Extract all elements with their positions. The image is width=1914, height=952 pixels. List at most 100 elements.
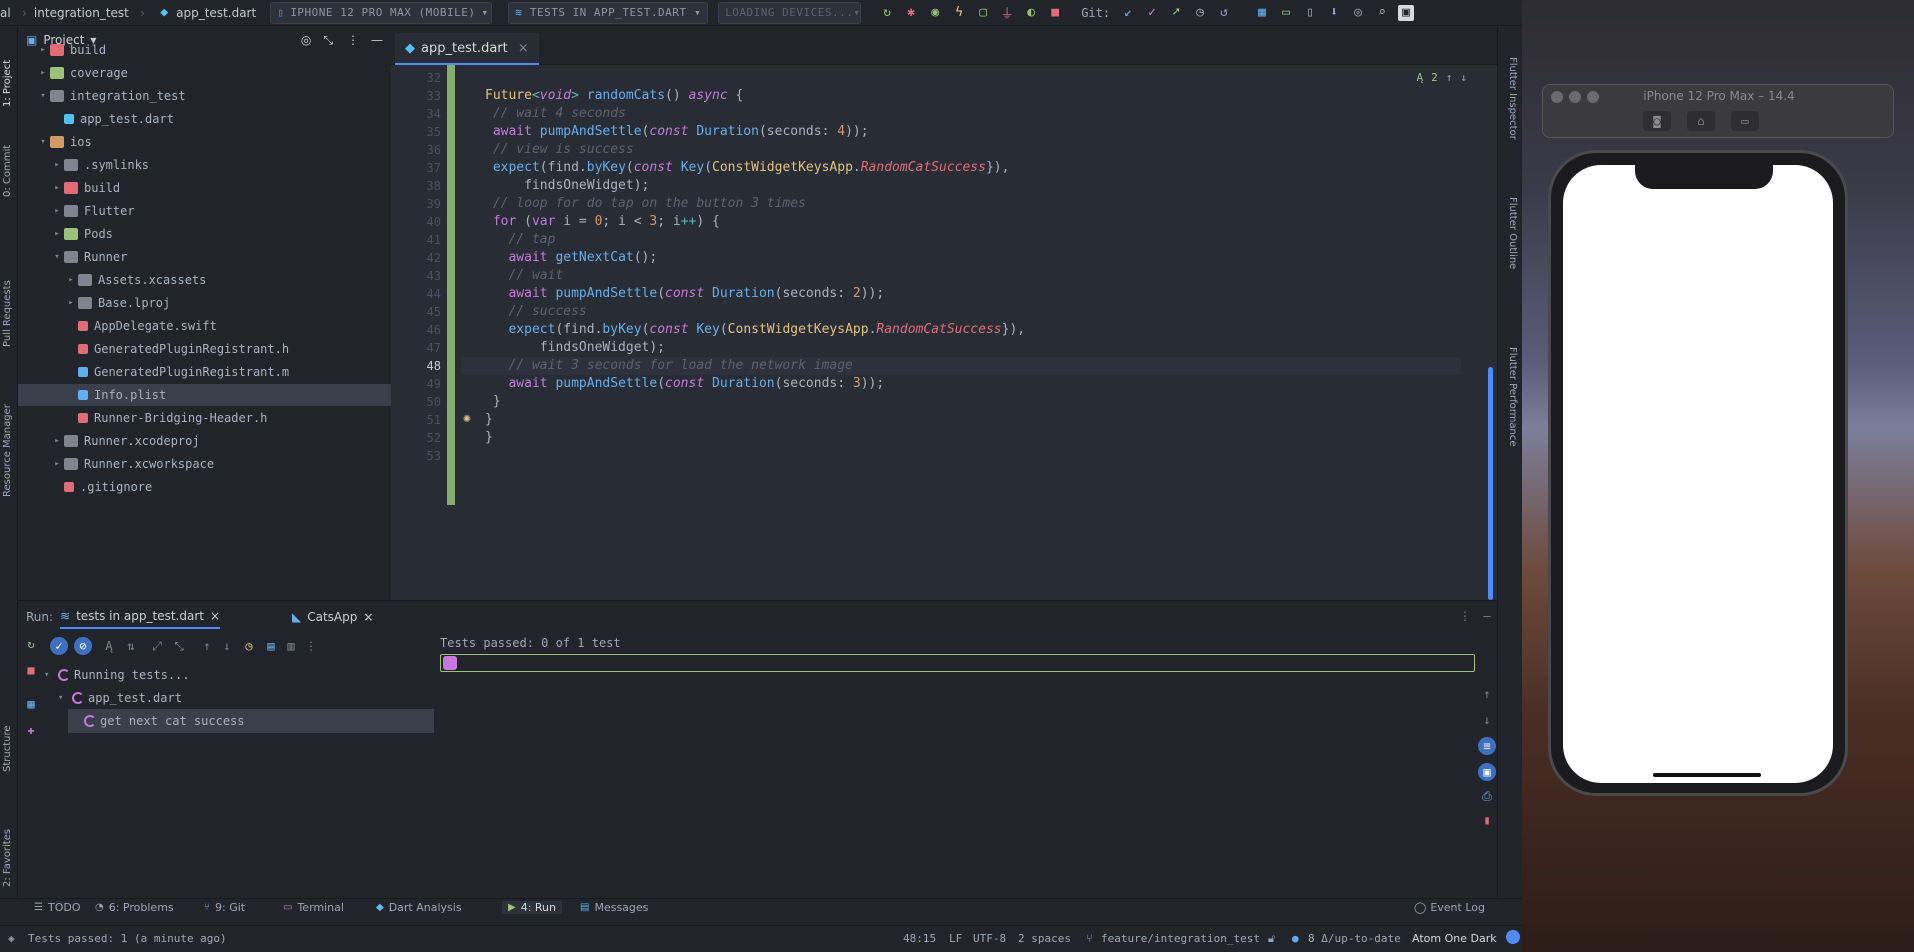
code-line[interactable]: } xyxy=(461,393,1461,411)
hide-icon[interactable]: — xyxy=(1480,609,1494,623)
code-line[interactable]: for (var i = 0; i < 3; i++) { xyxy=(461,213,1461,231)
bottom-tab-todo[interactable]: ☰ TODO xyxy=(34,901,80,914)
bottom-tab-messages[interactable]: ▤ Messages xyxy=(580,901,648,914)
soft-wrap-icon[interactable]: ≡ xyxy=(1478,737,1496,755)
project-tree-item[interactable]: ▸ build xyxy=(18,177,391,199)
sort-duration-icon[interactable]: ⇅ xyxy=(124,639,138,653)
export-icon[interactable]: ▤ xyxy=(264,639,278,653)
tool-tab-structure[interactable]: Structure xyxy=(2,725,13,772)
search-icon[interactable]: ⌕ xyxy=(1374,5,1390,21)
prev-failed-icon[interactable]: ↑ xyxy=(200,639,214,653)
code-line[interactable]: expect(find.byKey(const Key(ConstWidgetK… xyxy=(461,321,1461,339)
chevron-down-icon[interactable]: ▾ xyxy=(50,252,64,262)
screenshot-icon[interactable]: ◙ xyxy=(1643,111,1671,131)
bottom-tab-git[interactable]: ⑂ 9: Git xyxy=(204,901,245,914)
chevron-right-icon[interactable]: ▸ xyxy=(50,160,64,170)
chevron-down-icon[interactable]: ▾ xyxy=(36,137,50,147)
code-line[interactable]: // wait 4 seconds xyxy=(461,105,1461,123)
code-line[interactable] xyxy=(461,447,1461,465)
code-line[interactable]: expect(find.byKey(const Key(ConstWidgetK… xyxy=(461,159,1461,177)
project-tree-item[interactable]: ▸ Flutter xyxy=(18,200,391,222)
theme-name[interactable]: Atom One Dark xyxy=(1412,932,1497,945)
collapse-all-icon[interactable]: ⤡ xyxy=(172,639,186,653)
show-passed-icon[interactable]: ✓ xyxy=(50,637,68,655)
print-icon[interactable]: ⎙ xyxy=(1480,789,1494,803)
home-indicator[interactable] xyxy=(1653,773,1761,777)
lock-icon[interactable]: 🔓︎ xyxy=(1268,932,1275,946)
project-tree-item[interactable]: .gitignore xyxy=(18,476,391,498)
device-selector[interactable]: ▯ IPHONE 12 PRO MAX (MOBILE) ▾ xyxy=(270,1,493,24)
project-tree-item[interactable]: ▾ integration_test xyxy=(18,85,391,107)
notification-icon[interactable] xyxy=(1506,930,1520,944)
chevron-right-icon[interactable]: ▸ xyxy=(50,183,64,193)
code-line[interactable]: // wait 3 seconds for load the network i… xyxy=(461,357,1461,375)
plug-icon[interactable]: ⏚ xyxy=(999,5,1015,22)
code-line[interactable]: } xyxy=(461,429,1461,447)
chevron-right-icon[interactable]: ▸ xyxy=(64,298,78,308)
layers-icon[interactable]: ◈ xyxy=(8,932,15,945)
code-with-me-icon[interactable]: ◎ xyxy=(1350,5,1366,21)
code-line[interactable]: // view is success xyxy=(461,141,1461,159)
sort-alpha-icon[interactable]: Ą xyxy=(102,639,116,653)
close-icon[interactable]: × xyxy=(363,610,373,624)
git-push-icon[interactable]: ➚ xyxy=(1168,5,1184,21)
loading-devices-selector[interactable]: LOADING DEVICES... ▾ xyxy=(718,1,862,24)
expand-all-icon[interactable]: ⤢ xyxy=(150,639,164,653)
git-state[interactable]: 8 Δ/up-to-date xyxy=(1308,932,1401,945)
bottom-tab-terminal[interactable]: ▭ Terminal xyxy=(283,901,344,914)
hot-reload-icon[interactable]: ϟ xyxy=(951,5,967,21)
code-line[interactable]: await pumpAndSettle(const Duration(secon… xyxy=(461,285,1461,303)
history-icon[interactable]: ◷ xyxy=(242,639,256,653)
arrow-up-icon[interactable]: ↑ xyxy=(1446,71,1453,84)
attach-icon[interactable]: ▢ xyxy=(975,5,991,21)
git-commit-icon[interactable]: ✓ xyxy=(1144,5,1160,21)
project-tree-item[interactable]: GeneratedPluginRegistrant.h xyxy=(18,338,391,360)
status-message[interactable]: Tests passed: 1 (a minute ago) xyxy=(28,932,227,945)
git-history-icon[interactable]: ◷ xyxy=(1192,5,1208,21)
project-tree-item[interactable]: Runner-Bridging-Header.h xyxy=(18,407,391,429)
breadcrumb-root[interactable]: al xyxy=(0,6,11,20)
chevron-right-icon[interactable]: ▸ xyxy=(50,436,64,446)
project-structure-icon[interactable]: ▦ xyxy=(1254,5,1270,21)
tool-tab-flutter-performance[interactable]: Flutter Performance xyxy=(1507,347,1518,447)
cursor-position[interactable]: 48:15 xyxy=(903,932,936,945)
project-tree-item[interactable]: app_test.dart xyxy=(18,108,391,130)
breadcrumb-folder[interactable]: integration_test xyxy=(34,6,129,20)
code-area[interactable]: Future<void> randomCats() async { // wai… xyxy=(461,65,1497,600)
avatar[interactable]: ▣ xyxy=(1398,4,1415,21)
show-ignored-icon[interactable]: ⊘ xyxy=(74,637,92,655)
chevron-right-icon[interactable]: ▸ xyxy=(36,45,50,55)
tool-tab-pull-requests[interactable]: Pull Requests xyxy=(2,280,13,347)
profile-icon[interactable]: ◐ xyxy=(1023,5,1039,21)
tool-tab-project[interactable]: 1: Project xyxy=(2,60,13,107)
code-line[interactable]: await getNextCat(); xyxy=(461,249,1461,267)
restart-icon[interactable]: ↻ xyxy=(879,5,895,21)
code-line[interactable]: // tap xyxy=(461,231,1461,249)
code-line[interactable] xyxy=(461,69,1461,87)
code-line[interactable]: await pumpAndSettle(const Duration(secon… xyxy=(461,123,1461,141)
chevron-right-icon[interactable]: ▸ xyxy=(64,275,78,285)
project-tree-item[interactable]: GeneratedPluginRegistrant.m xyxy=(18,361,391,383)
scroll-down-icon[interactable]: ↓ xyxy=(1480,713,1494,727)
chevron-right-icon[interactable]: ▸ xyxy=(50,229,64,239)
project-tree-item[interactable]: ▾ ios xyxy=(18,131,391,153)
tool-tab-resource-manager[interactable]: Resource Manager xyxy=(2,404,13,497)
device-manager-icon[interactable]: ▯ xyxy=(1302,5,1318,21)
chevron-down-icon[interactable]: ▾ xyxy=(36,91,50,101)
run-coverage-icon[interactable]: ◉ xyxy=(927,5,943,21)
breadcrumb-file[interactable]: app_test.dart xyxy=(176,6,256,20)
editor-scrollbar[interactable] xyxy=(1488,367,1493,600)
project-tree-item[interactable]: AppDelegate.swift xyxy=(18,315,391,337)
inspection-widget[interactable]: Ą 2 ↑ ↓ xyxy=(1417,71,1468,84)
tool-tab-favorites[interactable]: 2: Favorites xyxy=(2,829,13,887)
debug-icon[interactable]: ✱ xyxy=(903,5,919,21)
indent-setting[interactable]: 2 spaces xyxy=(1018,932,1071,945)
more-icon[interactable]: ⋮ xyxy=(1458,609,1472,623)
project-tree-item[interactable]: ▸ Base.lproj xyxy=(18,292,391,314)
sdk-manager-icon[interactable]: ⬇ xyxy=(1326,5,1342,21)
project-tree-item[interactable]: ▸ coverage xyxy=(18,62,391,84)
code-line[interactable]: findsOneWidget); xyxy=(461,339,1461,357)
home-icon[interactable]: ⌂ xyxy=(1687,111,1715,131)
code-line[interactable]: findsOneWidget); xyxy=(461,177,1461,195)
pin-icon[interactable]: ✚ xyxy=(24,723,38,737)
